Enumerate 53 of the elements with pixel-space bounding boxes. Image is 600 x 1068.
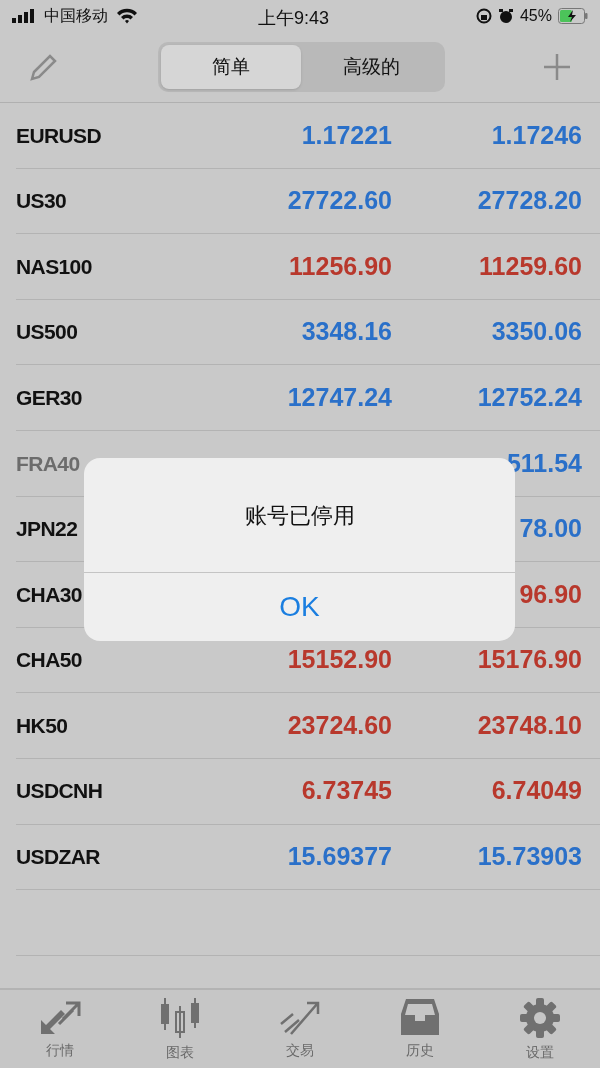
symbol-name: NAS100 [16, 253, 93, 280]
bid-price: 27722.60 [286, 185, 392, 217]
tab-bar-item[interactable]: 交易 [240, 990, 360, 1068]
symbol-name: CHA30 [16, 581, 83, 608]
ask-price: 12752.24 [476, 381, 582, 413]
symbol-name: USDZAR [16, 844, 101, 871]
candlestick-icon [159, 998, 201, 1038]
bid-price: 15.69377 [286, 841, 392, 873]
battery-icon [558, 8, 588, 24]
bid-price: 12747.24 [286, 381, 392, 413]
symbol-name: USDCNH [16, 778, 104, 805]
add-icon[interactable] [542, 52, 572, 82]
bid-price: 11256.90 [288, 250, 392, 282]
clock-time: 上午9:43 [258, 7, 330, 30]
ask-price: 3350.06 [490, 316, 582, 348]
bid-price: 3348.16 [300, 316, 392, 348]
symbol-name: HK50 [16, 712, 69, 739]
bid-price: 23724.60 [286, 709, 392, 741]
battery-percent: 45% [519, 6, 552, 26]
ask-price: 15.73903 [476, 841, 582, 873]
inbox-icon [400, 998, 440, 1036]
bid-price: 15152.90 [286, 644, 392, 676]
ask-price: 511.54 [505, 447, 582, 479]
tab-bar-item[interactable]: 图表 [120, 990, 240, 1068]
tab-bar-item[interactable]: 历史 [360, 990, 480, 1068]
symbol-name: EURUSD [16, 122, 103, 149]
orientation-lock-icon [475, 8, 492, 24]
bid-price: 6.73745 [300, 775, 392, 807]
wifi-icon [116, 8, 138, 24]
bid-price: 1.17221 [300, 119, 392, 151]
ask-price: 11259.60 [478, 250, 582, 282]
alarm-icon [497, 8, 514, 24]
settings-icon [520, 998, 560, 1038]
ok-button[interactable]: OK [84, 572, 515, 641]
ask-price: 23748.10 [476, 709, 582, 741]
symbol-name: CHA50 [16, 647, 83, 674]
symbol-name: US30 [16, 188, 68, 215]
ask-price: 1.17246 [490, 119, 582, 151]
symbol-name: JPN22 [16, 516, 79, 543]
tab-bar-item[interactable]: 行情 [0, 990, 120, 1068]
symbol-name: FRA40 [16, 450, 81, 477]
tab-bar-item[interactable]: 设置 [480, 990, 600, 1068]
segment-tab[interactable]: 高级的 [301, 45, 442, 89]
ask-price: 15176.90 [476, 644, 582, 676]
symbol-name: GER30 [16, 384, 83, 411]
carrier-name: 中国移动 [44, 6, 108, 26]
segment-tab[interactable]: 简单 [160, 45, 301, 89]
ask-price: 27728.20 [476, 185, 582, 217]
symbol-name: US500 [16, 319, 79, 346]
ask-price: 96.90 [518, 578, 582, 610]
ask-price: 6.74049 [490, 775, 582, 807]
alert-message: 账号已停用 [243, 501, 356, 530]
ask-price: 78.00 [518, 513, 582, 545]
